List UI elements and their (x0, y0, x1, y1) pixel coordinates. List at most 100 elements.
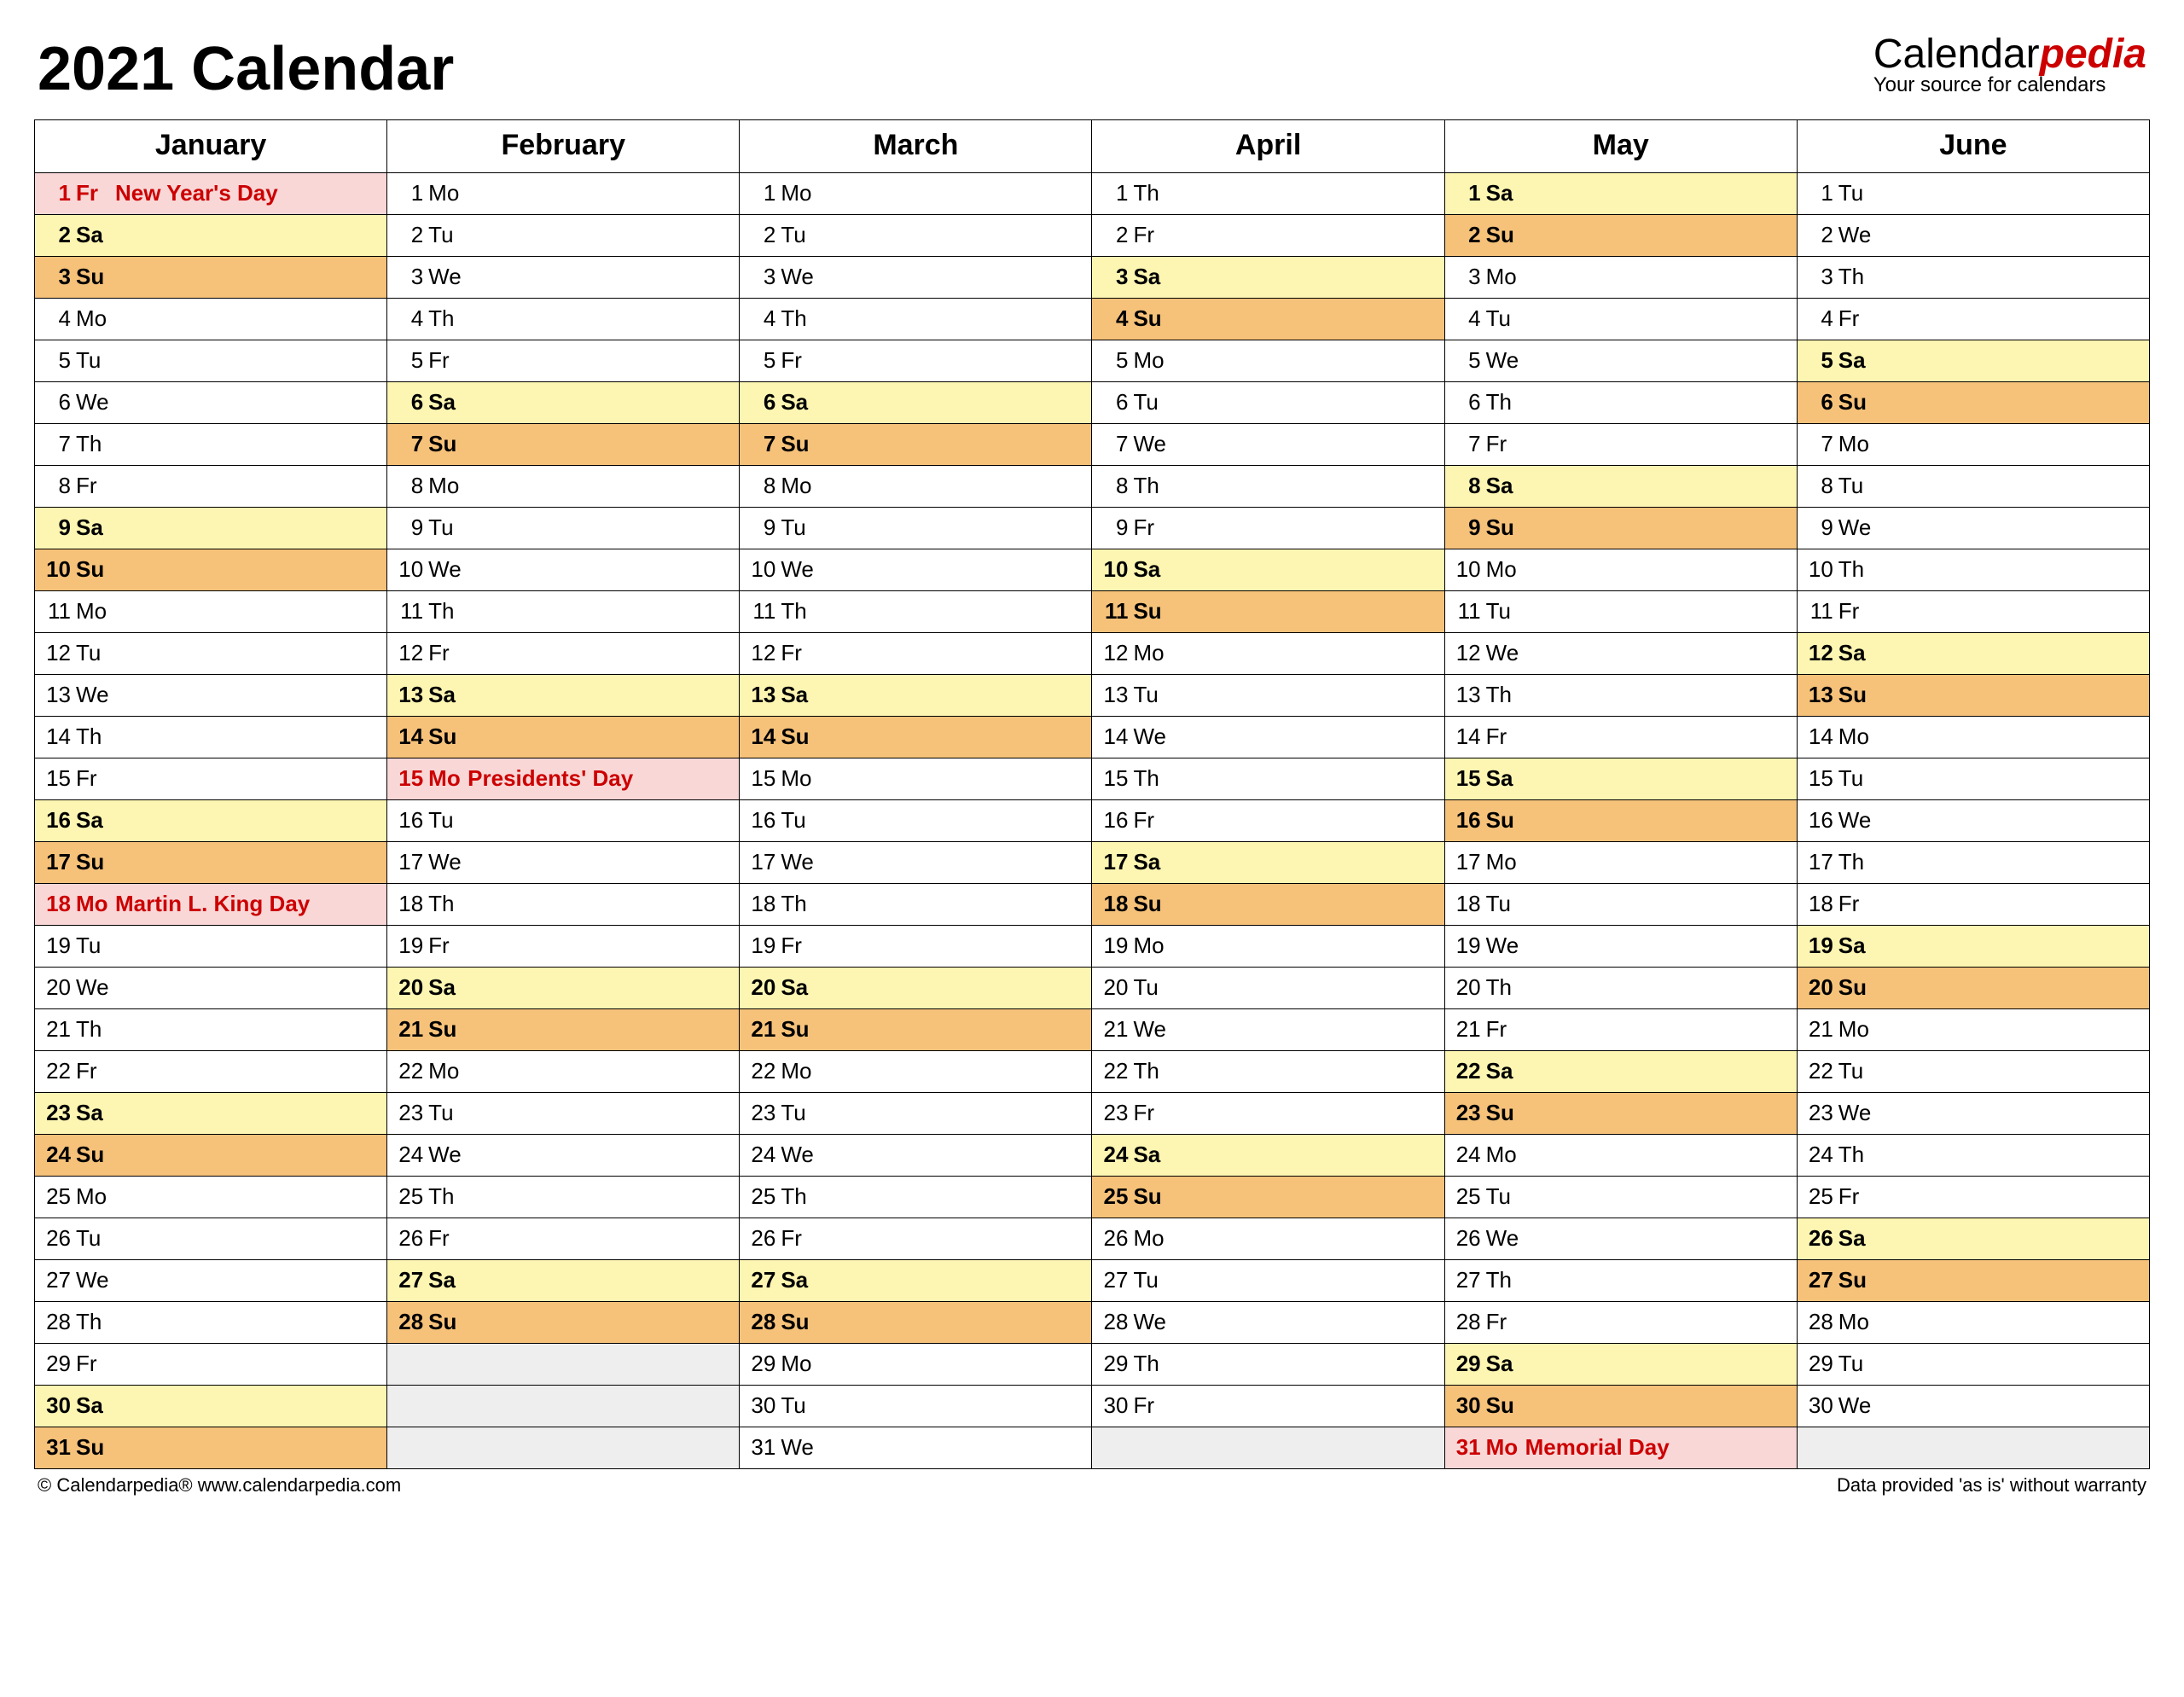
day-of-week: Fr (76, 180, 115, 206)
day-number: 19 (1806, 933, 1838, 959)
day-of-week: Th (781, 305, 820, 332)
day-number: 9 (1101, 514, 1133, 541)
holiday-name: Presidents' Day (468, 765, 633, 792)
day-number: 7 (44, 431, 76, 457)
day-cell: 10We (387, 549, 740, 591)
calendar-row: 2Sa2Tu2Tu2Fr2Su2We (35, 215, 2150, 257)
day-of-week: Th (428, 305, 468, 332)
day-number: 24 (44, 1142, 76, 1168)
month-header: February (387, 120, 740, 173)
day-of-week: Fr (428, 1225, 468, 1252)
day-number: 19 (44, 933, 76, 959)
day-number: 25 (1101, 1183, 1133, 1210)
calendar-row: 20We20Sa20Sa20Tu20Th20Su (35, 968, 2150, 1009)
day-of-week: Fr (76, 473, 115, 499)
day-cell: 9Su (1444, 508, 1797, 549)
day-cell: 12We (1444, 633, 1797, 675)
day-of-week: Mo (1486, 556, 1525, 583)
day-of-week: We (1838, 1392, 1878, 1419)
day-number: 5 (396, 347, 428, 374)
day-of-week: Mo (1133, 347, 1172, 374)
day-number: 20 (1806, 974, 1838, 1001)
day-of-week: Mo (1486, 849, 1525, 875)
day-cell: 15Sa (1444, 758, 1797, 800)
calendar-row: 31Su31We31MoMemorial Day (35, 1427, 2150, 1469)
day-cell: 4Th (387, 299, 740, 340)
day-of-week: Mo (1838, 1309, 1878, 1335)
day-number: 10 (44, 556, 76, 583)
day-of-week: Su (428, 1016, 468, 1043)
day-cell: 25Tu (1444, 1177, 1797, 1218)
day-cell: 3Su (35, 257, 387, 299)
day-cell: 20Tu (1092, 968, 1444, 1009)
day-cell: 29Fr (35, 1344, 387, 1386)
holiday-name: New Year's Day (115, 180, 278, 206)
day-cell: 2Tu (740, 215, 1092, 257)
day-number: 13 (1806, 682, 1838, 708)
day-of-week: Fr (781, 1225, 820, 1252)
calendar-row: 22Fr22Mo22Mo22Th22Sa22Tu (35, 1051, 2150, 1093)
day-of-week: Sa (1486, 180, 1525, 206)
day-of-week: Fr (1133, 1100, 1172, 1126)
day-cell: 29Mo (740, 1344, 1092, 1386)
day-cell: 12Sa (1797, 633, 2149, 675)
day-of-week: Sa (428, 682, 468, 708)
day-number: 8 (748, 473, 781, 499)
day-number: 21 (396, 1016, 428, 1043)
day-number: 3 (1101, 264, 1133, 290)
day-number: 22 (396, 1058, 428, 1084)
day-of-week: Su (1133, 305, 1172, 332)
day-number: 28 (1806, 1309, 1838, 1335)
day-of-week: Su (428, 1309, 468, 1335)
day-number: 2 (1454, 222, 1486, 248)
day-of-week: Sa (76, 514, 115, 541)
day-number: 22 (748, 1058, 781, 1084)
day-number: 26 (396, 1225, 428, 1252)
day-cell: 17Su (35, 842, 387, 884)
day-of-week: Tu (428, 222, 468, 248)
day-of-week: Mo (76, 1183, 115, 1210)
day-number: 17 (396, 849, 428, 875)
day-cell: 8Mo (740, 466, 1092, 508)
day-of-week: Fr (781, 933, 820, 959)
day-cell: 6Sa (387, 382, 740, 424)
month-header: January (35, 120, 387, 173)
day-of-week: Fr (1838, 305, 1878, 332)
day-of-week: Th (1838, 849, 1878, 875)
calendar-row: 3Su3We3We3Sa3Mo3Th (35, 257, 2150, 299)
day-number: 24 (1101, 1142, 1133, 1168)
day-of-week: Su (1486, 1100, 1525, 1126)
footer-right: Data provided 'as is' without warranty (1837, 1474, 2146, 1496)
day-of-week: Th (1486, 974, 1525, 1001)
day-cell: 16We (1797, 800, 2149, 842)
day-of-week: Mo (781, 180, 820, 206)
day-of-week: Th (781, 1183, 820, 1210)
day-cell: 21We (1092, 1009, 1444, 1051)
day-cell: 4Th (740, 299, 1092, 340)
page-title: 2021 Calendar (38, 34, 454, 104)
day-number: 3 (1806, 264, 1838, 290)
day-cell: 17We (740, 842, 1092, 884)
day-number: 13 (1101, 682, 1133, 708)
calendar-row: 1FrNew Year's Day1Mo1Mo1Th1Sa1Tu (35, 173, 2150, 215)
day-number: 23 (1101, 1100, 1133, 1126)
day-of-week: Mo (428, 473, 468, 499)
day-cell: 31MoMemorial Day (1444, 1427, 1797, 1469)
day-number: 14 (1101, 724, 1133, 750)
day-of-week: Su (1486, 514, 1525, 541)
day-of-week: Tu (1133, 974, 1172, 1001)
day-number: 26 (44, 1225, 76, 1252)
day-of-week: We (428, 556, 468, 583)
day-of-week: We (781, 1142, 820, 1168)
day-number: 4 (1806, 305, 1838, 332)
day-of-week: Th (428, 891, 468, 917)
day-number: 1 (44, 180, 76, 206)
day-of-week: Sa (1133, 556, 1172, 583)
day-of-week: Th (1838, 1142, 1878, 1168)
day-number: 25 (396, 1183, 428, 1210)
day-of-week: Tu (1133, 389, 1172, 416)
day-number: 15 (44, 765, 76, 792)
day-cell: 7Fr (1444, 424, 1797, 466)
brand-name-b: pedia (2040, 32, 2146, 77)
calendar-row: 27We27Sa27Sa27Tu27Th27Su (35, 1260, 2150, 1302)
